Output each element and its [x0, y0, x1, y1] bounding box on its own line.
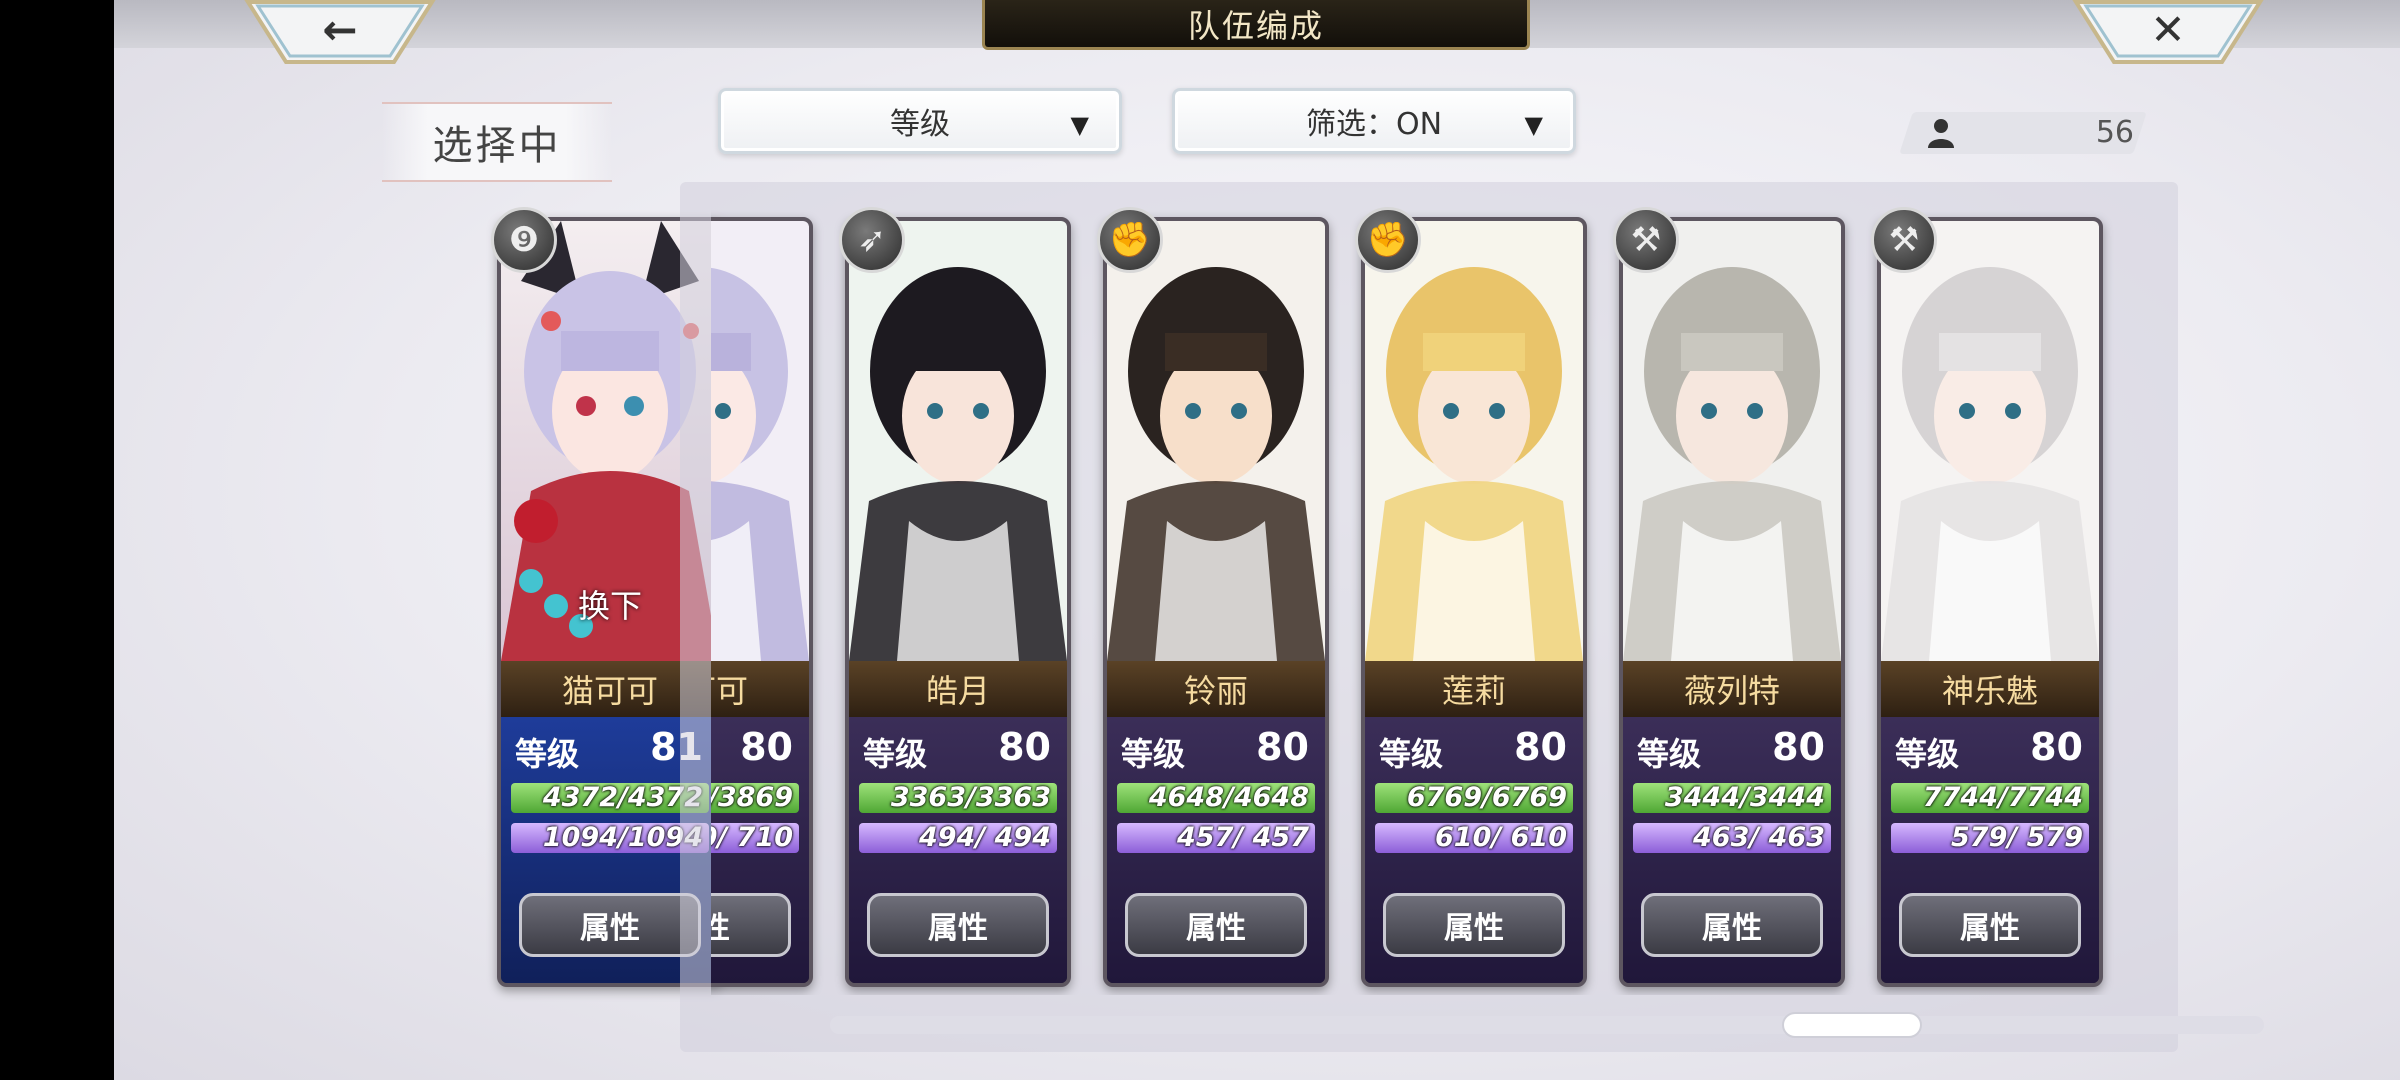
attribute-button[interactable]: 属性	[711, 893, 791, 957]
character-name: 神乐魅	[1881, 661, 2099, 717]
level-label: 等级	[515, 735, 580, 773]
character-card[interactable]: 薇列特 等级 80 3444/3444 463/ 463 属性 ⚒	[1613, 207, 1845, 987]
chevron-down-icon: ▼	[1070, 111, 1089, 139]
character-portrait	[711, 221, 809, 661]
hp-bar: 6769/6769	[1375, 783, 1573, 813]
character-stats: 等级 80 7744/7744 579/ 579 属性	[1881, 717, 2099, 983]
character-stats: 等级 80 6769/6769 610/ 610 属性	[1365, 717, 1583, 983]
hp-value: 7744/7744	[1922, 782, 2083, 813]
character-portrait	[849, 221, 1067, 661]
hp-value: 6769/6769	[1406, 782, 1567, 813]
attribute-button[interactable]: 属性	[1899, 893, 2081, 957]
selecting-label: 选择中	[382, 102, 612, 182]
team-formation-screen: ← 队伍编成 ✕ 选择中 等级 ▼ 筛选：ON ▼ 56 换下 猫可可 等级 8…	[114, 0, 2400, 1080]
hp-value: 4372/4372	[542, 782, 703, 813]
fist-icon: ✊	[1097, 207, 1163, 273]
character-name: 薇列特	[1623, 661, 1841, 717]
hammer-icon: ⚒	[1613, 207, 1679, 273]
filter-dropdown[interactable]: 筛选：ON ▼	[1172, 88, 1576, 154]
character-card[interactable]: 皓月 等级 80 3363/3363 494/ 494 属性 ➶	[839, 207, 1071, 987]
fist-icon: ✊	[1355, 207, 1421, 273]
filter-dropdown-value: 筛选：ON	[1305, 107, 1443, 142]
level-label: 等级	[863, 735, 928, 773]
character-name: 铃丽	[1107, 661, 1325, 717]
character-stats: 等级 80 3444/3444 463/ 463 属性	[1623, 717, 1841, 983]
character-portrait	[1365, 221, 1583, 661]
hp-bar: 4648/4648	[1117, 783, 1315, 813]
level-label: 等级	[1895, 735, 1960, 773]
level-value: 80	[2030, 725, 2083, 769]
hp-bar: 7744/7744	[1891, 783, 2089, 813]
character-portrait	[1881, 221, 2099, 661]
character-name: 猫可可	[711, 661, 809, 717]
mp-value: 494/ 494	[919, 822, 1051, 853]
unit-count-value: 56	[2095, 115, 2134, 150]
mp-bar: 463/ 463	[1633, 823, 1831, 853]
hp-bar: 3363/3363	[859, 783, 1057, 813]
level-label: 等级	[1121, 735, 1186, 773]
attribute-button[interactable]: 属性	[1641, 893, 1823, 957]
level-value: 80	[740, 725, 793, 769]
bow-icon: ➶	[839, 207, 905, 273]
mp-value: 0/ 710	[711, 822, 793, 853]
hp-value: 3444/3444	[1664, 782, 1825, 813]
mp-value: 463/ 463	[1693, 822, 1825, 853]
character-card[interactable]: 莲莉 等级 80 6769/6769 610/ 610 属性 ✊	[1355, 207, 1587, 987]
roster-scrollbar[interactable]	[830, 1016, 2264, 1034]
left-black-bar	[0, 0, 114, 1080]
level-value: 80	[1514, 725, 1567, 769]
chevron-down-icon: ▼	[1524, 111, 1543, 139]
level-label: 等级	[1637, 735, 1702, 773]
mp-value: 610/ 610	[1435, 822, 1567, 853]
mp-value: 1094/1094	[542, 822, 703, 853]
attribute-button[interactable]: 属性	[519, 893, 701, 957]
person-icon	[1928, 119, 1954, 148]
attribute-button[interactable]: 属性	[867, 893, 1049, 957]
mp-bar: 457/ 457	[1117, 823, 1315, 853]
close-icon: ✕	[2150, 5, 2186, 54]
hammer-icon: ⚒	[1871, 207, 1937, 273]
mp-value: 579/ 579	[1951, 822, 2083, 853]
sort-dropdown-value: 等级	[890, 107, 950, 142]
level-value: 80	[1772, 725, 1825, 769]
character-name: 莲莉	[1365, 661, 1583, 717]
attribute-button[interactable]: 属性	[1383, 893, 1565, 957]
character-name: 皓月	[849, 661, 1067, 717]
mp-value: 457/ 457	[1177, 822, 1309, 853]
character-portrait	[1107, 221, 1325, 661]
character-stats: 等级 80 4648/4648 457/ 457 属性	[1107, 717, 1325, 983]
hp-bar: 69/3869	[711, 783, 799, 813]
mp-bar: 0/ 710	[711, 823, 799, 853]
back-button[interactable]: ←	[244, 0, 436, 64]
level-label: 等级	[1379, 735, 1444, 773]
character-card[interactable]: 猫可可 级 80 69/3869 0/ 710 属性	[711, 217, 813, 987]
level-value: 80	[998, 725, 1051, 769]
sort-dropdown[interactable]: 等级 ▼	[718, 88, 1122, 154]
mp-bar: 494/ 494	[859, 823, 1057, 853]
page-title: 队伍编成	[982, 0, 1530, 50]
hp-value: 69/3869	[711, 782, 793, 813]
close-button[interactable]: ✕	[2072, 0, 2264, 64]
back-arrow-icon: ←	[322, 5, 358, 54]
character-card[interactable]: 神乐魅 等级 80 7744/7744 579/ 579 属性 ⚒	[1871, 207, 2103, 987]
staff-icon: ❾	[491, 207, 557, 273]
hp-value: 3363/3363	[890, 782, 1051, 813]
character-card[interactable]: 铃丽 等级 80 4648/4648 457/ 457 属性 ✊	[1097, 207, 1329, 987]
roster-scroll-thumb[interactable]	[1782, 1012, 1922, 1038]
level-value: 80	[1256, 725, 1309, 769]
roster-list[interactable]: 猫可可 级 80 69/3869 0/ 710 属性	[711, 205, 2177, 995]
mp-bar: 579/ 579	[1891, 823, 2089, 853]
hp-value: 4648/4648	[1148, 782, 1309, 813]
character-stats: 等级 80 3363/3363 494/ 494 属性	[849, 717, 1067, 983]
attribute-button[interactable]: 属性	[1125, 893, 1307, 957]
character-portrait	[1623, 221, 1841, 661]
character-stats: 级 80 69/3869 0/ 710 属性	[711, 717, 809, 983]
hp-bar: 3444/3444	[1633, 783, 1831, 813]
mp-bar: 610/ 610	[1375, 823, 1573, 853]
